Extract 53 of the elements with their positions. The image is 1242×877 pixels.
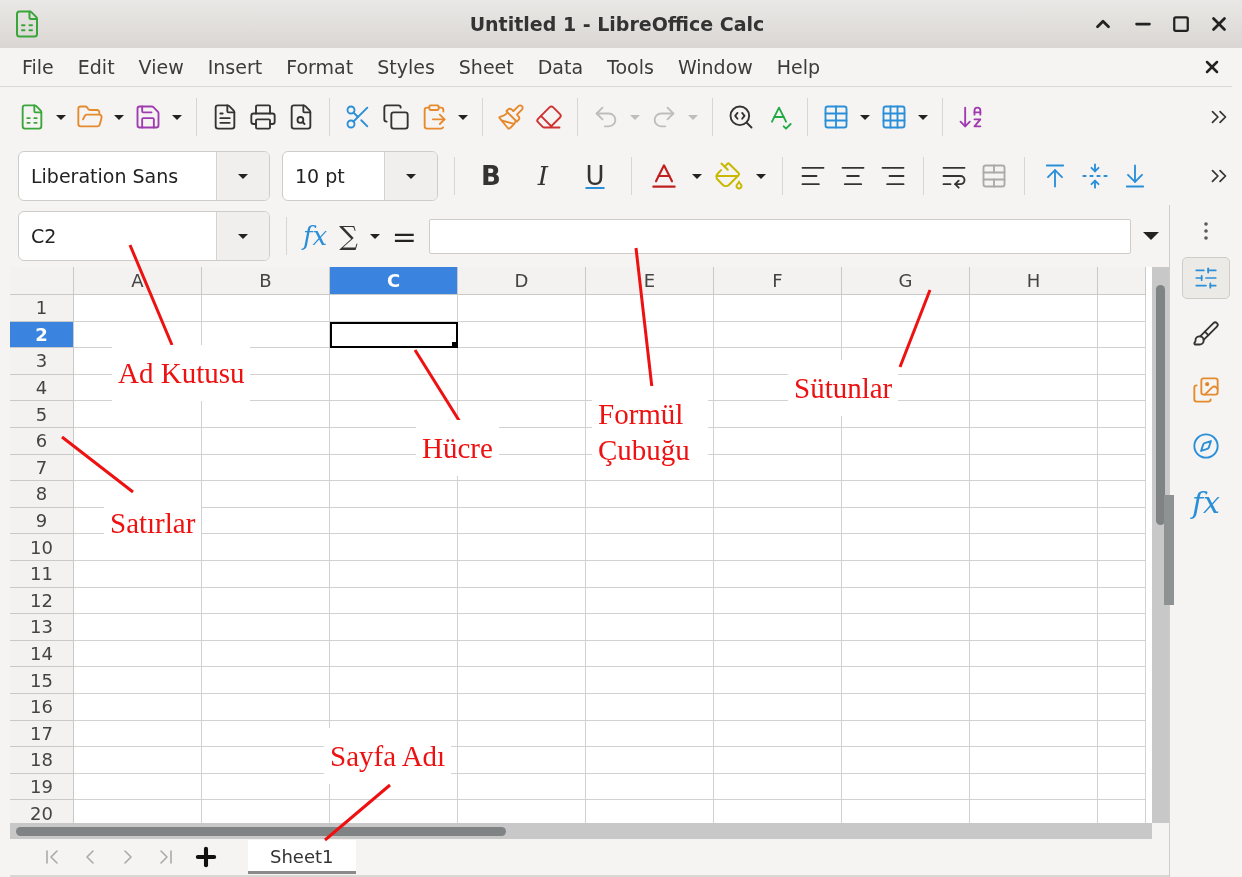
column-header[interactable]: B	[202, 267, 330, 295]
annotation-label: Sütunlar	[788, 360, 899, 416]
name-box[interactable]: C2	[18, 211, 270, 261]
row-header[interactable]: 9	[10, 507, 74, 535]
menu-item[interactable]: Styles	[365, 56, 447, 78]
column-header[interactable]: H	[970, 267, 1098, 295]
row-header[interactable]: 15	[10, 667, 74, 694]
menu-item[interactable]: Format	[274, 56, 366, 78]
menu-item[interactable]: Tools	[595, 56, 666, 78]
row-header[interactable]: 14	[10, 640, 74, 668]
column-header[interactable]: G	[842, 267, 970, 295]
row-header[interactable]: 11	[10, 560, 74, 588]
menu-item[interactable]: View	[126, 56, 196, 78]
annotation-label: Ad Kutusu	[112, 345, 251, 401]
row-header[interactable]: 6	[10, 427, 74, 455]
row-header[interactable]: 10	[10, 534, 74, 561]
column-header[interactable]: E	[586, 267, 714, 295]
row-header[interactable]: 7	[10, 454, 74, 482]
row-header[interactable]: 19	[10, 773, 74, 801]
menu-item[interactable]: File	[10, 56, 66, 78]
row-header[interactable]: 2	[10, 321, 74, 349]
column-header[interactable]: A	[74, 267, 202, 295]
annotation-label: Sayfa Adı	[324, 728, 452, 784]
bold-button[interactable]: B	[471, 161, 511, 191]
menu-item[interactable]: Window	[665, 56, 765, 78]
menu-item[interactable]: Help	[764, 56, 833, 78]
column-header[interactable]: D	[458, 267, 586, 295]
italic-button[interactable]: I	[523, 161, 563, 191]
row-header[interactable]: 8	[10, 481, 74, 508]
underline-button[interactable]: U	[575, 161, 615, 191]
sum-button[interactable]: ∑	[339, 221, 358, 251]
row-header[interactable]: 20	[10, 800, 74, 823]
row-header[interactable]: 13	[10, 614, 74, 641]
row-header[interactable]: 3	[10, 348, 74, 375]
formula-button[interactable]: =	[391, 218, 417, 254]
window-title: Untitled 1 - LibreOffice Calc	[468, 13, 766, 35]
font-size-field[interactable]: 10 pt	[282, 151, 438, 201]
menu-item[interactable]: Sheet	[446, 56, 526, 78]
column-header[interactable]: F	[714, 267, 842, 295]
column-header[interactable]: C	[330, 267, 458, 295]
row-header[interactable]: 4	[10, 374, 74, 402]
row-header[interactable]: 12	[10, 587, 74, 615]
menu-item[interactable]: Insert	[195, 56, 275, 78]
annotation-label: Hücre	[416, 420, 499, 476]
row-header[interactable]: 5	[10, 401, 74, 428]
row-header[interactable]: 16	[10, 693, 74, 721]
row-header[interactable]: 17	[10, 720, 74, 748]
sheet-tab[interactable]: Sheet1	[248, 840, 356, 874]
row-header[interactable]: 1	[10, 295, 74, 322]
menu-item[interactable]: Data	[525, 56, 596, 78]
font-name-field[interactable]: Liberation Sans	[18, 151, 270, 201]
row-header[interactable]: 18	[10, 747, 74, 774]
menu-item[interactable]: Edit	[65, 56, 127, 78]
